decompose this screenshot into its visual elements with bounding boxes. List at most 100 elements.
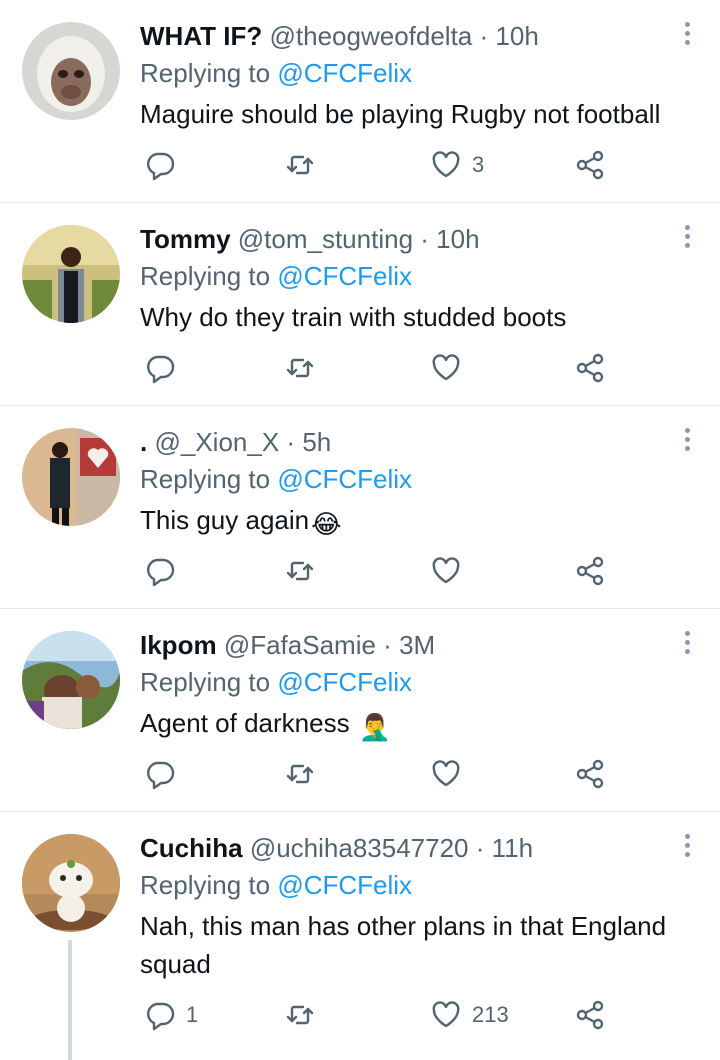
replying-to-user-link[interactable]: @CFCFelix: [277, 667, 412, 697]
reply-tweet[interactable]: Ikpom @FafaSamie · 3M Replying to @CFCFe…: [0, 609, 720, 812]
user-handle[interactable]: @theogweofdelta: [270, 21, 473, 51]
reply-button[interactable]: [144, 351, 186, 385]
separator-dot: ·: [475, 833, 485, 863]
reply-icon: [147, 152, 175, 181]
timestamp[interactable]: 11h: [492, 833, 533, 863]
separator-dot: ·: [479, 21, 489, 51]
tweet-text: Nah, this man has other plans in that En…: [140, 911, 667, 979]
share-button[interactable]: [574, 148, 606, 182]
reply-icon: [147, 761, 175, 790]
avatar[interactable]: [22, 428, 120, 526]
separator-dot: ·: [420, 224, 429, 254]
avatar[interactable]: [22, 225, 120, 323]
replying-to-user-link[interactable]: @CFCFelix: [277, 261, 412, 291]
action-bar: [140, 351, 720, 385]
reply-icon: [147, 558, 175, 587]
tweet-text-body: Agent of darkness: [140, 708, 357, 738]
retweet-icon: [286, 764, 314, 784]
display-name[interactable]: .: [140, 427, 147, 457]
separator-dot: ·: [286, 427, 296, 457]
user-handle[interactable]: @uchiha83547720: [250, 833, 469, 863]
user-handle[interactable]: @tom_stunting: [238, 224, 413, 254]
reply-icon: [147, 1002, 175, 1031]
reply-tweet[interactable]: WHAT IF? @theogweofdelta · 10h Replying …: [0, 0, 720, 203]
replying-to: Replying to @CFCFelix: [140, 54, 700, 92]
timestamp[interactable]: 10h: [495, 21, 538, 51]
like-button[interactable]: [430, 757, 472, 791]
more-options-icon[interactable]: [682, 225, 692, 253]
reply-tweet[interactable]: Tommy @tom_stunting · 10h Replying to @C…: [0, 203, 720, 406]
separator-dot: ·: [383, 630, 392, 660]
replying-to-label: Replying to: [140, 261, 271, 291]
replying-to-label: Replying to: [140, 667, 271, 697]
laughing-emoji: 😂: [311, 509, 342, 539]
replying-to-label: Replying to: [140, 58, 271, 88]
tweet-text-body: This guy again: [140, 505, 310, 535]
heart-icon: [432, 151, 460, 178]
more-options-icon[interactable]: [682, 631, 692, 659]
more-options-icon[interactable]: [682, 428, 692, 456]
action-bar: [140, 757, 720, 791]
share-icon: [576, 150, 604, 180]
replying-to-user-link[interactable]: @CFCFelix: [277, 870, 412, 900]
user-handle[interactable]: @FafaSamie: [224, 630, 376, 660]
display-name[interactable]: Ikpom: [140, 630, 217, 660]
tweet-text: This guy again😂: [140, 501, 700, 543]
more-options-icon[interactable]: [682, 834, 692, 862]
heart-icon: [432, 557, 460, 584]
replying-to-user-link[interactable]: @CFCFelix: [277, 58, 412, 88]
like-button[interactable]: [430, 351, 472, 385]
retweet-icon: [286, 561, 314, 581]
share-icon: [576, 1000, 604, 1030]
heart-icon: [432, 354, 460, 381]
reply-tweet[interactable]: . @_Xion_X · 5h Replying to @CFCFelix Th…: [0, 406, 720, 609]
replying-to: Replying to @CFCFelix: [140, 257, 700, 295]
replying-to-label: Replying to: [140, 464, 271, 494]
reply-tweet[interactable]: Cuchiha @uchiha83547720 · 11h Replying t…: [0, 812, 720, 1060]
share-icon: [576, 759, 604, 789]
display-name[interactable]: WHAT IF?: [140, 21, 262, 51]
replying-to: Replying to @CFCFelix: [140, 460, 700, 498]
display-name[interactable]: Cuchiha: [140, 833, 243, 863]
share-button[interactable]: [574, 554, 606, 588]
user-handle[interactable]: @_Xion_X: [154, 427, 279, 457]
reply-button[interactable]: [144, 148, 186, 182]
replying-to: Replying to @CFCFelix: [140, 663, 700, 701]
replying-to-user-link[interactable]: @CFCFelix: [277, 464, 412, 494]
reply-button[interactable]: [144, 757, 186, 791]
like-count: 3: [472, 152, 485, 177]
share-button[interactable]: [574, 757, 606, 791]
facepalm-emoji: 🤦‍♂️: [358, 712, 392, 742]
heart-icon: [432, 760, 460, 787]
reply-button[interactable]: [144, 554, 186, 588]
thread-line: [68, 940, 72, 1060]
retweet-button[interactable]: [284, 351, 326, 385]
action-bar: 3: [140, 148, 720, 182]
retweet-button[interactable]: [284, 757, 326, 791]
reply-feed: WHAT IF? @theogweofdelta · 10h Replying …: [0, 0, 720, 1060]
tweet-text: Agent of darkness 🤦‍♂️: [140, 704, 700, 746]
timestamp[interactable]: 3M: [399, 630, 435, 660]
avatar[interactable]: [22, 22, 120, 120]
timestamp[interactable]: 10h: [436, 224, 479, 254]
retweet-icon: [286, 1005, 314, 1025]
avatar[interactable]: [22, 834, 120, 932]
timestamp[interactable]: 5h: [302, 427, 331, 457]
like-button[interactable]: [430, 554, 472, 588]
reply-button[interactable]: 1: [144, 998, 198, 1032]
replying-to: Replying to @CFCFelix: [140, 866, 700, 904]
avatar[interactable]: [22, 631, 120, 729]
share-button[interactable]: [574, 351, 606, 385]
share-icon: [576, 556, 604, 586]
display-name[interactable]: Tommy: [140, 224, 231, 254]
like-button[interactable]: 3: [430, 148, 484, 182]
retweet-icon: [286, 358, 314, 378]
like-button[interactable]: 213: [430, 998, 509, 1032]
retweet-button[interactable]: [284, 554, 326, 588]
retweet-button[interactable]: [284, 148, 326, 182]
heart-icon: [432, 1001, 460, 1028]
retweet-button[interactable]: [284, 998, 326, 1032]
more-options-icon[interactable]: [682, 22, 692, 50]
share-button[interactable]: [574, 998, 606, 1032]
action-bar: 1 213: [140, 998, 720, 1032]
